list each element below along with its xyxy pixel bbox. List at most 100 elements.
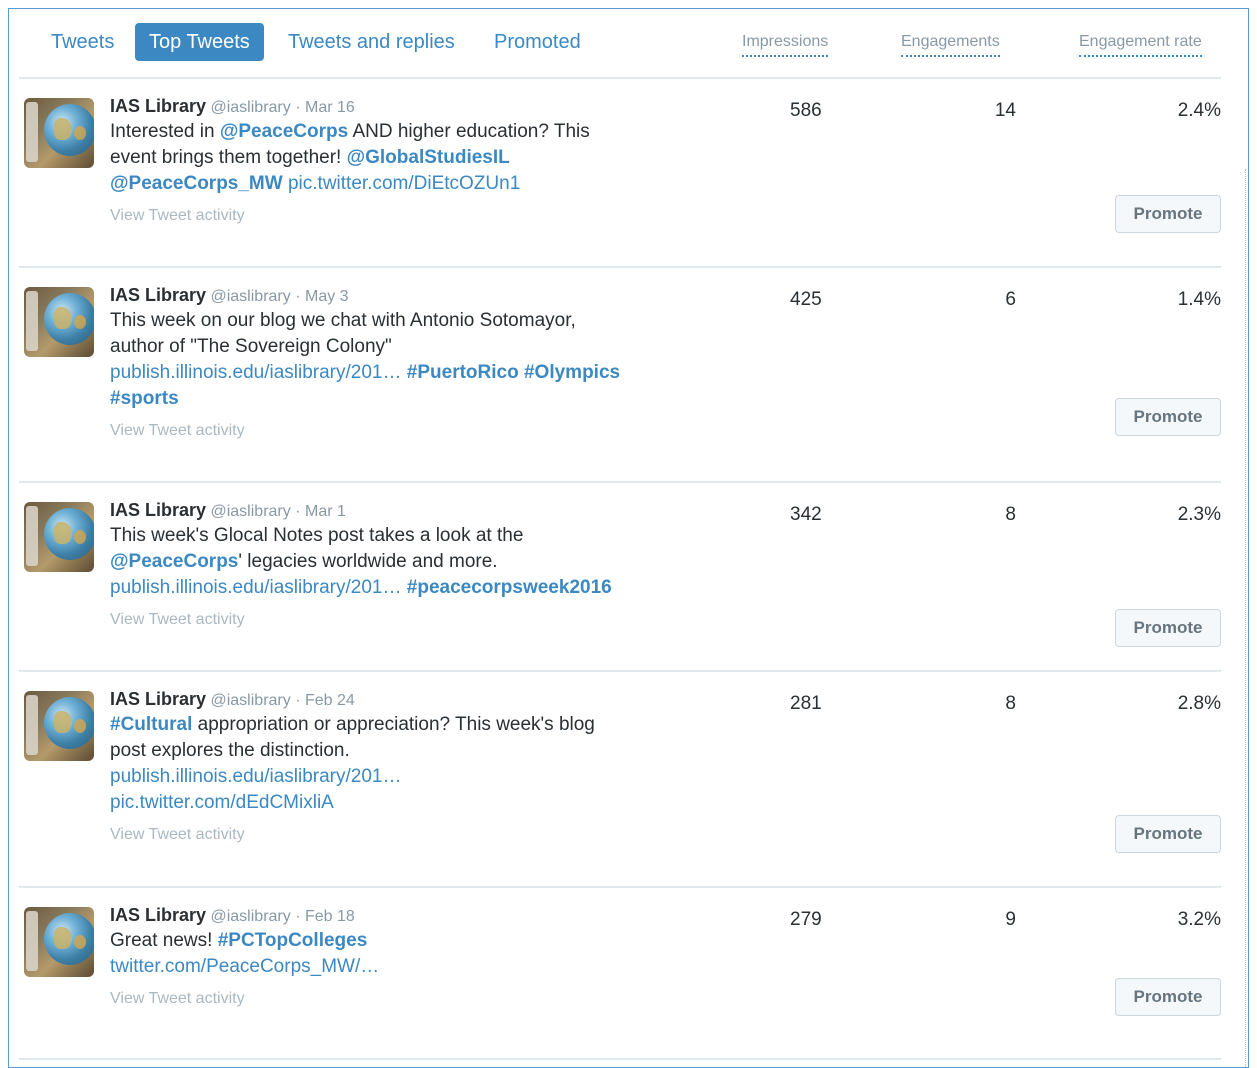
author-handle[interactable]: @iaslibrary (210, 908, 290, 925)
tweet-date[interactable]: Mar 16 (305, 99, 355, 116)
engagement-rate-column-header[interactable]: Engagement rate (1079, 33, 1202, 57)
tweet-mention-link[interactable]: #PuertoRico (402, 362, 519, 383)
author-handle[interactable]: @iaslibrary (210, 288, 290, 305)
tweet-url-link[interactable]: pic.twitter.com/dEdCMixliA (110, 792, 334, 813)
tweet-content: IAS Library @iaslibrary · Feb 18 Great n… (110, 904, 680, 1010)
tweet-text: Great news! #PCTopColleges twitter.com/Pe… (110, 928, 680, 980)
separator-dot: · (295, 288, 301, 305)
tweet-text-line: #sports (110, 386, 680, 412)
promote-button[interactable]: Promote (1115, 398, 1221, 436)
promote-button[interactable]: Promote (1115, 609, 1221, 647)
author-name[interactable]: IAS Library (110, 689, 206, 709)
globe-stand-image (26, 102, 38, 162)
tweet-text: #Cultural appropriation or appreciation?… (110, 712, 680, 816)
avatar[interactable] (24, 907, 94, 977)
author-handle[interactable]: @iaslibrary (210, 99, 290, 116)
globe-stand-image (26, 506, 38, 566)
impressions-column-header[interactable]: Impressions (742, 33, 829, 57)
impressions-value: 281 (790, 693, 822, 714)
view-tweet-activity-link[interactable]: View Tweet activity (110, 205, 680, 227)
author-name[interactable]: IAS Library (110, 285, 206, 305)
avatar[interactable] (24, 98, 94, 168)
scroll-edge-divider (1245, 169, 1246, 1067)
impressions-value: 586 (790, 100, 822, 121)
tweet-text-line: post explores the distinction. (110, 738, 680, 764)
author-name[interactable]: IAS Library (110, 500, 206, 520)
tweet-date[interactable]: Feb 24 (305, 692, 355, 709)
globe-image (44, 508, 94, 560)
globe-image (44, 913, 94, 965)
avatar[interactable] (24, 691, 94, 761)
tweet-url-link[interactable]: publish.illinois.edu/iaslibrary/201… (110, 577, 402, 598)
tab-tweets-and-replies[interactable]: Tweets and replies (274, 23, 469, 61)
tweet-mention-link[interactable]: @PeaceCorps_MW (110, 173, 283, 194)
tweet-mention-link[interactable]: #peacecorpsweek2016 (402, 577, 612, 598)
engagements-value: 8 (1005, 504, 1016, 525)
tweet-header: IAS Library @iaslibrary · May 3 (110, 284, 680, 308)
avatar[interactable] (24, 287, 94, 357)
tweet-text-segment: Interested in (110, 121, 220, 142)
globe-stand-image (26, 291, 38, 351)
tweet-header: IAS Library @iaslibrary · Mar 1 (110, 499, 680, 523)
tweet-url-link[interactable]: publish.illinois.edu/iaslibrary/201… (110, 362, 402, 383)
promote-button[interactable]: Promote (1115, 978, 1221, 1016)
tweet-header: IAS Library @iaslibrary · Feb 18 (110, 904, 680, 928)
tweet-mention-link[interactable]: @GlobalStudiesIL (347, 147, 510, 168)
tweet-url-link[interactable]: publish.illinois.edu/iaslibrary/201… (110, 766, 402, 787)
tab-promoted[interactable]: Promoted (480, 23, 595, 61)
tab-tweets[interactable]: Tweets (37, 23, 128, 61)
avatar[interactable] (24, 502, 94, 572)
globe-image (44, 697, 94, 749)
tweet-text-segment: author of "The Sovereign Colony" (110, 336, 392, 357)
tweet-text-line: twitter.com/PeaceCorps_MW/… (110, 954, 680, 980)
view-tweet-activity-link[interactable]: View Tweet activity (110, 988, 680, 1010)
tweet-mention-link[interactable]: @PeaceCorps (220, 121, 348, 142)
author-handle[interactable]: @iaslibrary (210, 503, 290, 520)
engagements-value: 9 (1005, 909, 1016, 930)
tweet-mention-link[interactable]: #Cultural (110, 714, 192, 735)
engagements-value: 14 (994, 100, 1016, 121)
engagements-column-header[interactable]: Engagements (901, 33, 1000, 57)
promote-button[interactable]: Promote (1115, 815, 1221, 853)
tweet-url-link[interactable]: twitter.com/PeaceCorps_MW/… (110, 956, 379, 977)
tweet-text-line: author of "The Sovereign Colony" (110, 334, 680, 360)
impressions-value: 425 (790, 289, 822, 310)
view-tweet-activity-link[interactable]: View Tweet activity (110, 824, 680, 846)
tweet-text-line: #Cultural appropriation or appreciation?… (110, 712, 680, 738)
tweet-mention-link[interactable]: @PeaceCorps (110, 551, 238, 572)
view-tweet-activity-link[interactable]: View Tweet activity (110, 420, 680, 442)
globe-stand-image (26, 695, 38, 755)
author-name[interactable]: IAS Library (110, 96, 206, 116)
tweet-text-line: pic.twitter.com/dEdCMixliA (110, 790, 680, 816)
tweet-text-line: Great news! #PCTopColleges (110, 928, 680, 954)
engagement-rate-value: 2.3% (1177, 504, 1221, 525)
tweet-text-segment: Great news! (110, 930, 218, 951)
tweet-text-segment: AND higher education? This (348, 121, 590, 142)
promote-button[interactable]: Promote (1115, 195, 1221, 233)
globe-image (44, 293, 94, 345)
author-name[interactable]: IAS Library (110, 905, 206, 925)
separator-dot: · (295, 503, 301, 520)
tab-top-tweets[interactable]: Top Tweets (135, 23, 264, 61)
tweet-url-link[interactable]: pic.twitter.com/DiEtcOZUn1 (283, 173, 520, 194)
tweet-text-line: event brings them together! @GlobalStudi… (110, 145, 680, 171)
tweet-date[interactable]: Mar 1 (305, 503, 346, 520)
tweet-header: IAS Library @iaslibrary · Feb 24 (110, 688, 680, 712)
tweet-text-line: publish.illinois.edu/iaslibrary/201… #Pu… (110, 360, 680, 386)
tweet-mention-link[interactable]: #PCTopColleges (218, 930, 368, 951)
tweet-text: This week on our blog we chat with Anton… (110, 308, 680, 412)
engagement-rate-value: 2.4% (1177, 100, 1221, 121)
tweet-date[interactable]: Feb 18 (305, 908, 355, 925)
tweet-text-segment: appropriation or appreciation? This week… (192, 714, 595, 735)
view-tweet-activity-link[interactable]: View Tweet activity (110, 609, 680, 631)
tweet-text-line: publish.illinois.edu/iaslibrary/201… #pe… (110, 575, 680, 601)
separator-dot: · (295, 99, 301, 116)
tweet-mention-link[interactable]: #sports (110, 388, 179, 409)
tweet-text-segment: event brings them together! (110, 147, 347, 168)
tweet-mention-link[interactable]: #Olympics (519, 362, 620, 383)
tweet-row-4: IAS Library @iaslibrary · Feb 24 #Cultur… (19, 670, 1221, 888)
tweet-text-line: This week on our blog we chat with Anton… (110, 308, 680, 334)
tweet-date[interactable]: May 3 (305, 288, 349, 305)
tweet-content: IAS Library @iaslibrary · Mar 16 Interes… (110, 95, 680, 227)
author-handle[interactable]: @iaslibrary (210, 692, 290, 709)
